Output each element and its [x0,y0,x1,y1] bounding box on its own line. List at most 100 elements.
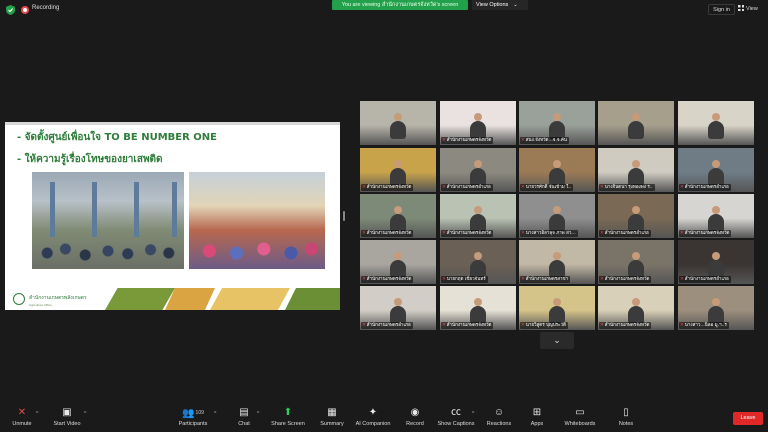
participant-name: ✕สำนักงานเกษตรอำเภอ [361,322,413,329]
participant-tile[interactable]: ✕สำนักงานเกษตรจังหวัด [360,148,436,192]
chat-icon: ▤ [239,407,249,418]
participant-tile[interactable]: ✕สำนักงานเกษตรจังหวัด [440,101,516,145]
reactions-icon: ☺ [493,407,505,418]
recording-label: Recording [32,5,60,11]
participants-label: Participants [178,421,208,427]
muted-mic-icon: ✕ [680,323,684,328]
participant-tile[interactable]: ✕นางสาว...นิลอ มู.ฯ..ร [678,286,754,330]
slide-top-bar [5,122,340,125]
chat-options-caret[interactable]: ^ [257,411,259,417]
muted-mic-icon: ✕ [521,231,525,236]
participant-name: ✕สำนักงานเกษตรอำเภอ [679,184,731,191]
view-options-button[interactable]: View Options ⌄ [472,0,528,10]
participant-name-text: นายกฤต เขียวจันทร์ [446,277,486,282]
summary-button[interactable]: ▦ Summary [316,407,348,431]
participant-tile[interactable]: ✕สำนักงานเกษตรจังหวัด [360,240,436,284]
view-button[interactable]: View [738,4,764,15]
muted-mic-icon: ✕ [362,323,366,328]
audio-options-caret[interactable]: ^ [36,411,38,417]
muted-mic-icon: ✕ [521,185,525,190]
record-label: Record [406,421,424,427]
shared-screen: - จัดตั้งศูนย์เพื่อนใจ TO BE NUMBER ONE … [5,122,340,310]
participant-name-text: สำนักงานเกษตรสาขา [525,277,569,282]
meeting-toolbar: ✕ Unmute ^ ▣ Start Video ^ 👥109 Participant… [0,404,768,432]
participant-tile[interactable]: ✕สำนักงานเกษตรจังหวัด [440,194,516,238]
participant-tile[interactable]: ✕นายวรศักดิ์ จันเข้าม ใ.. [519,148,595,192]
participant-tile[interactable]: ✕นายกฤต เขียวจันทร์ [440,240,516,284]
top-bar: Recording You are viewing สำนักงานเกษตรจ… [0,0,768,20]
shield-icon[interactable] [6,5,15,15]
participant-tile[interactable]: ✕สำนักงานเกษตรจังหวัด [598,240,674,284]
participant-tile[interactable]: ✕นายวิสูตร บุญประวัติ [519,286,595,330]
viewing-banner: You are viewing สำนักงานเกษตรจังหวัด's s… [332,0,468,10]
participants-button[interactable]: 👥109 Participants [174,407,212,431]
show-captions-label: Show Captions [437,421,475,427]
participant-name-text: สำนักงานเกษตรอำเภอ [446,185,491,190]
participant-name: ✕สำนักงานเกษตรจังหวัด [441,322,494,329]
muted-mic-icon: ✕ [521,277,525,282]
muted-mic-icon: ✕ [600,323,604,328]
share-screen-button[interactable]: ⬆ Share Screen [270,407,306,431]
chevron-down-icon: ⌄ [513,2,518,8]
participant-name-text: สำนักงานเกษตรจังหวัด [446,323,492,328]
slide-bullet-2: - ให้ความรู้เรื่องโทษของยาเสพติด [17,154,163,165]
participant-tile[interactable]: ✕สำนักงานเกษตรอำเภอ [598,194,674,238]
participant-tile[interactable]: ✕สำนักงานเกษตรจังหวัด [598,286,674,330]
captions-options-caret[interactable]: ^ [472,411,474,417]
participant-name-text: สนง.จังหวัด...จ.จ.คัน [525,138,567,143]
participant-name: ✕สำนักงานเกษตรจังหวัด [361,184,414,191]
start-video-button[interactable]: ▣ Start Video [50,407,84,431]
muted-mic-icon: ✕ [442,323,446,328]
muted-mic-icon: ✕ [362,231,366,236]
leave-button[interactable]: Leave [733,412,763,425]
participant-silhouette [390,113,406,139]
participant-name: ✕นางสาว...นิลอ มู.ฯ..ร [679,322,729,329]
chevron-down-icon: ⌄ [553,335,561,345]
participant-tile[interactable]: ✕สำนักงานเกษตรจังหวัด [678,194,754,238]
participant-tile[interactable]: ✕สนง.จังหวัด...จ.จ.คัน [519,101,595,145]
participant-tile[interactable] [360,101,436,145]
chat-button[interactable]: ▤ Chat [234,407,254,431]
muted-mic-icon: ✕ [600,277,604,282]
notes-button[interactable]: ▯ Notes [614,407,638,431]
record-button[interactable]: ◉ Record [402,407,428,431]
participant-name: ✕สำนักงานเกษตรจังหวัด [679,230,732,237]
org-name: สำนักงานเกษตรพลังเกษตร [29,295,87,301]
participant-name: ✕สนง.จังหวัด...จ.จ.คัน [520,137,569,144]
participant-tile[interactable]: ✕สำนักงานเกษตรจังหวัด [360,194,436,238]
participant-tile[interactable]: ✕สำนักงานเกษตรอำเภอ [440,148,516,192]
unmute-button[interactable]: ✕ Unmute [8,407,36,431]
participant-tile[interactable]: ✕นางสาวอิลาลุจ ภาพ สว... [519,194,595,238]
participant-tile[interactable]: ✕สำนักงานเกษตรสาขา [519,240,595,284]
muted-mic-icon: ✕ [680,231,684,236]
participant-tile[interactable]: ✕สำนักงานเกษตรอำเภอ [678,240,754,284]
show-captions-button[interactable]: ㏄ Show Captions [436,407,476,431]
participant-name: ✕สำนักงานเกษตรอำเภอ [679,276,731,283]
reactions-button[interactable]: ☺ Reactions [485,407,513,431]
muted-mic-icon: ✕ [442,138,446,143]
participant-name: ✕นางจินตนา รุ่งทองพง ร.. [599,184,655,191]
apps-button[interactable]: ⊞ Apps [526,407,548,431]
participant-name-text: สำนักงานเกษตรจังหวัด [604,323,650,328]
participant-tile[interactable] [598,101,674,145]
whiteboards-button[interactable]: ▭ Whiteboards [562,407,598,431]
participant-name-text: สำนักงานเกษตรจังหวัด [684,231,730,236]
participant-name-text: นางสาวอิลาลุจ ภาพ สว... [525,231,576,236]
ai-companion-button[interactable]: ✦ AI Companion [352,407,394,431]
sign-in-button[interactable]: Sign in [708,4,735,15]
participants-options-caret[interactable]: ^ [214,411,216,417]
split-view-handle[interactable] [343,211,345,221]
participant-tile[interactable]: ✕สำนักงานเกษตรอำเภอ [678,148,754,192]
participant-tile[interactable]: ✕สำนักงานเกษตรอำเภอ [360,286,436,330]
video-options-caret[interactable]: ^ [84,411,86,417]
whiteboard-icon: ▭ [575,407,585,418]
muted-mic-icon: ✕ [521,323,525,328]
notes-icon: ▯ [623,407,629,418]
gallery-scroll-down-button[interactable]: ⌄ [540,332,574,349]
slide-photo-activity [189,172,325,269]
participant-tile[interactable]: ✕นางจินตนา รุ่งทองพง ร.. [598,148,674,192]
participant-tile[interactable]: ✕สำนักงานเกษตรจังหวัด [440,286,516,330]
participant-tile[interactable] [678,101,754,145]
participant-name: ✕สำนักงานเกษตรอำเภอ [441,184,493,191]
slide-footer: สำนักงานเกษตรพลังเกษตร Agriculture Offic… [5,288,340,310]
